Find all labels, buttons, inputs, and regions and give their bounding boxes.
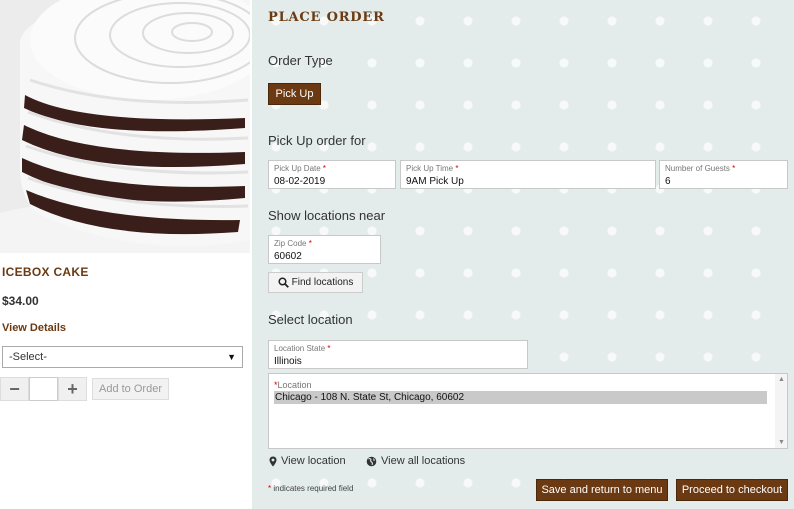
location-state-field[interactable]: Location State * Illinois [268, 340, 528, 369]
decrease-quantity-button[interactable]: − [0, 377, 29, 401]
find-locations-button[interactable]: Find locations [268, 272, 363, 293]
pickup-time-field[interactable]: Pick Up Time * 9AM Pick Up [400, 160, 656, 189]
zip-code-value: 60602 [274, 251, 302, 262]
guests-label: Number of Guests [665, 164, 730, 173]
product-image [0, 0, 250, 253]
find-locations-label: Find locations [291, 277, 354, 288]
location-listbox[interactable]: *Location Chicago - 108 N. State St, Chi… [268, 373, 788, 449]
view-all-locations-label: View all locations [381, 455, 466, 467]
pickup-time-value: 9AM Pick Up [406, 176, 464, 187]
view-details-link[interactable]: View Details [2, 322, 66, 334]
guests-value: 6 [665, 176, 671, 187]
scroll-down-icon[interactable]: ▼ [778, 439, 785, 446]
pickup-time-label: Pick Up Time [406, 164, 454, 173]
place-order-panel: PLACE ORDER Order Type Pick Up Pick Up o… [252, 0, 794, 509]
listbox-scrollbar[interactable]: ▲ ▼ [775, 374, 787, 448]
view-location-label: View location [281, 455, 346, 467]
order-type-heading: Order Type [268, 53, 333, 68]
pickup-for-heading: Pick Up order for [268, 133, 366, 148]
quantity-stepper: − + [0, 377, 87, 401]
pickup-date-label: Pick Up Date [274, 164, 321, 173]
required-note: * indicates required field [268, 484, 354, 493]
option-select-value: -Select- [9, 351, 47, 363]
map-pin-icon [269, 456, 277, 466]
product-name: ICEBOX CAKE [2, 265, 89, 279]
view-location-link[interactable]: View location [269, 455, 346, 467]
location-label: Location [277, 380, 312, 390]
proceed-checkout-button[interactable]: Proceed to checkout [676, 479, 788, 501]
scroll-up-icon[interactable]: ▲ [778, 376, 785, 383]
product-price: $34.00 [2, 294, 39, 308]
location-option[interactable]: Chicago - 108 N. State St, Chicago, 6060… [274, 391, 767, 404]
option-select[interactable]: -Select- ▼ [2, 346, 243, 368]
location-state-value: Illinois [274, 356, 302, 367]
guests-field[interactable]: Number of Guests * 6 [659, 160, 788, 189]
save-return-button[interactable]: Save and return to menu [536, 479, 668, 501]
view-all-locations-link[interactable]: View all locations [366, 455, 465, 467]
zip-code-field[interactable]: Zip Code * 60602 [268, 235, 381, 264]
globe-icon [366, 456, 377, 466]
location-state-label: Location State [274, 344, 326, 353]
chevron-down-icon: ▼ [227, 352, 236, 362]
select-location-heading: Select location [268, 312, 353, 327]
pick-up-button[interactable]: Pick Up [268, 83, 321, 105]
search-icon [278, 277, 289, 288]
pickup-date-field[interactable]: Pick Up Date * 08-02-2019 [268, 160, 396, 189]
zip-code-label: Zip Code [274, 239, 307, 248]
increase-quantity-button[interactable]: + [58, 377, 87, 401]
product-column: ICEBOX CAKE $34.00 View Details -Select-… [0, 0, 250, 509]
panel-title: PLACE ORDER [268, 10, 385, 25]
add-to-order-button[interactable]: Add to Order [92, 378, 169, 400]
quantity-input[interactable] [29, 377, 58, 401]
pickup-date-value: 08-02-2019 [274, 176, 326, 187]
locations-near-heading: Show locations near [268, 208, 386, 223]
